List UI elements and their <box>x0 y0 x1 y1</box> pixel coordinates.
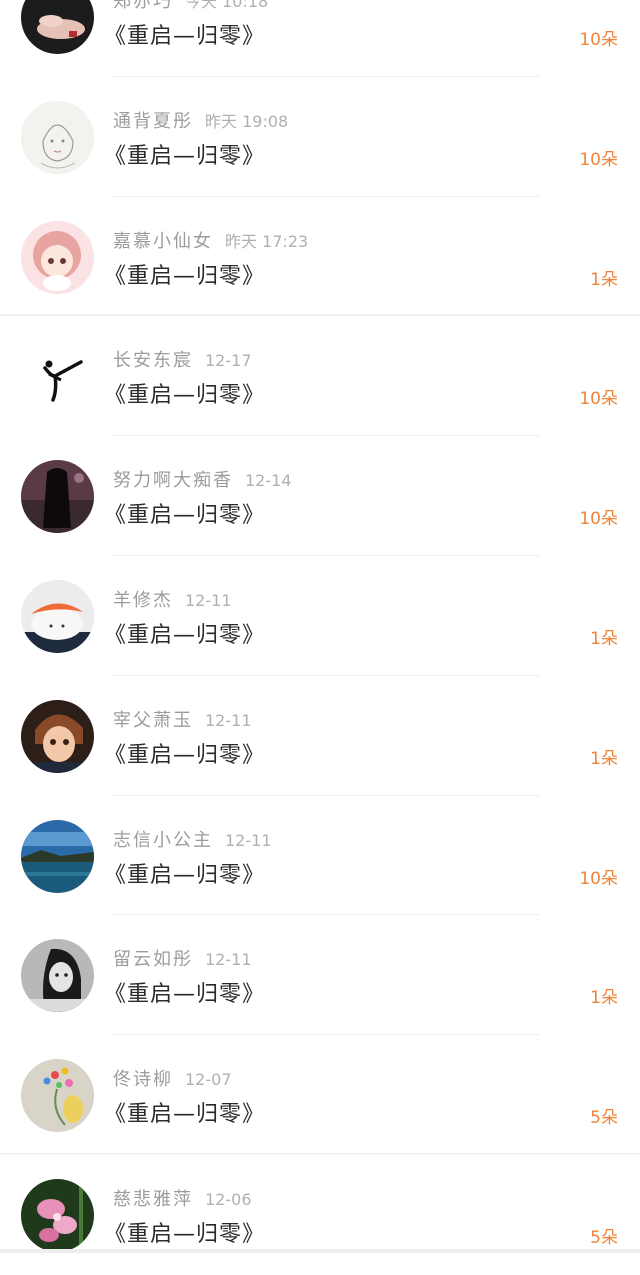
list-item[interactable]: 慈悲雅萍 12-06 《重启—归零》 5朵 <box>0 1155 640 1275</box>
list-item[interactable]: 宰父萧玉 12-11 《重启—归零》 1朵 <box>0 676 640 796</box>
list-item[interactable]: 志信小公主 12-11 《重启—归零》 10朵 <box>0 796 640 916</box>
hands-avatar-icon[interactable] <box>21 0 94 54</box>
gift-list: 郑亦巧 今天 10:18 《重启—归零》 10朵 通背夏彤 昨天 19:08 《重启… <box>0 0 640 1275</box>
username[interactable]: 羊修杰 12-11 <box>113 586 232 612</box>
orchid-avatar-icon[interactable] <box>21 1178 94 1252</box>
work-title[interactable]: 《重启—归零》 <box>104 377 265 409</box>
gift-time: 12-11 <box>185 590 232 610</box>
username[interactable]: 长安东宸 12-17 <box>113 346 252 372</box>
sketch-girl-avatar-icon[interactable] <box>21 100 94 174</box>
gift-time: 今天 10:18 <box>185 0 269 11</box>
flower-count: 1朵 <box>590 269 618 290</box>
username[interactable]: 志信小公主 12-11 <box>113 826 272 852</box>
flower-count: 10朵 <box>579 868 618 889</box>
flower-count: 1朵 <box>590 988 618 1009</box>
gift-time: 12-07 <box>185 1070 232 1090</box>
flower-count: 1朵 <box>590 628 618 649</box>
bw-girl-avatar-icon[interactable] <box>21 939 94 1013</box>
gift-time: 12-14 <box>245 471 292 491</box>
work-title[interactable]: 《重启—归零》 <box>104 976 265 1008</box>
username[interactable]: 留云如彤 12-11 <box>113 945 252 971</box>
username[interactable]: 通背夏彤 昨天 19:08 <box>113 107 288 133</box>
flowers-avatar-icon[interactable] <box>21 1059 94 1133</box>
flower-count: 5朵 <box>590 1108 618 1129</box>
username[interactable]: 佟诗柳 12-07 <box>113 1065 232 1091</box>
work-title[interactable]: 《重启—归零》 <box>104 857 265 889</box>
list-item[interactable]: 郑亦巧 今天 10:18 《重启—归零》 10朵 <box>0 0 640 77</box>
anime-boy-avatar-icon[interactable] <box>21 699 94 773</box>
work-title[interactable]: 《重启—归零》 <box>104 617 265 649</box>
work-title[interactable]: 《重启—归零》 <box>104 737 265 769</box>
gift-time: 昨天 17:23 <box>225 231 309 251</box>
gift-time: 12-06 <box>205 1189 252 1209</box>
list-item[interactable]: 佟诗柳 12-07 《重启—归零》 5朵 <box>0 1035 640 1155</box>
flower-count: 10朵 <box>579 149 618 170</box>
username[interactable]: 努力啊大痴香 12-14 <box>113 466 292 492</box>
list-item[interactable]: 努力啊大痴香 12-14 《重启—归零》 10朵 <box>0 436 640 556</box>
list-item[interactable]: 羊修杰 12-11 《重启—归零》 1朵 <box>0 556 640 676</box>
gift-time: 昨天 19:08 <box>205 111 289 131</box>
list-item[interactable]: 留云如彤 12-11 《重启—归零》 1朵 <box>0 915 640 1036</box>
list-item[interactable]: 通背夏彤 昨天 19:08 《重启—归零》 10朵 <box>0 77 640 197</box>
username[interactable]: 郑亦巧 今天 10:18 <box>113 0 268 13</box>
flower-count: 10朵 <box>579 389 618 410</box>
kick-figure-avatar-icon[interactable] <box>21 340 94 414</box>
flower-count: 10朵 <box>579 509 618 530</box>
username[interactable]: 宰父萧玉 12-11 <box>113 706 252 732</box>
work-title[interactable]: 《重启—归零》 <box>104 1096 265 1128</box>
sushi-avatar-icon[interactable] <box>21 579 94 653</box>
flower-count: 1朵 <box>590 748 618 769</box>
flower-count: 10朵 <box>579 30 618 50</box>
lake-avatar-icon[interactable] <box>21 819 94 893</box>
username[interactable]: 嘉慕小仙女 昨天 17:23 <box>113 227 308 253</box>
list-item[interactable]: 长安东宸 12-17 《重启—归零》 10朵 <box>0 316 640 437</box>
bottom-edge <box>0 1249 640 1253</box>
gift-time: 12-11 <box>205 710 252 730</box>
work-title[interactable]: 《重启—归零》 <box>104 258 265 290</box>
gift-time: 12-17 <box>205 351 252 371</box>
work-title[interactable]: 《重启—归零》 <box>104 18 265 50</box>
list-item[interactable]: 嘉慕小仙女 昨天 17:23 《重启—归零》 1朵 <box>0 197 640 317</box>
work-title[interactable]: 《重启—归零》 <box>104 497 265 529</box>
dark-hair-avatar-icon[interactable] <box>21 460 94 534</box>
anime-girl-avatar-icon[interactable] <box>21 220 94 294</box>
work-title[interactable]: 《重启—归零》 <box>104 138 265 170</box>
gift-time: 12-11 <box>205 950 252 970</box>
work-title[interactable]: 《重启—归零》 <box>104 1216 265 1248</box>
username[interactable]: 慈悲雅萍 12-06 <box>113 1185 252 1211</box>
gift-time: 12-11 <box>225 830 272 850</box>
flower-count: 5朵 <box>590 1227 618 1248</box>
